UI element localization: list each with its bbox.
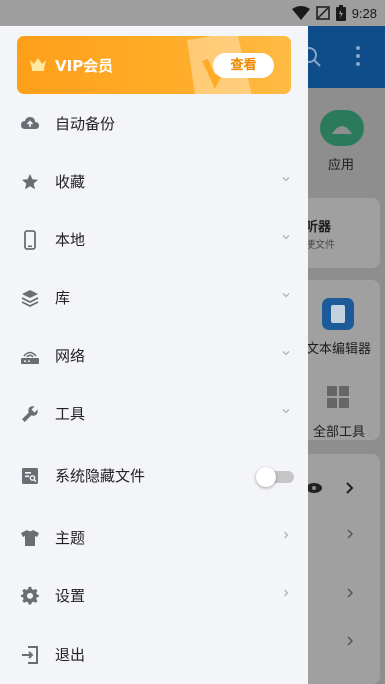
chevron-down-icon <box>282 409 290 414</box>
drawer-item-auto-backup[interactable]: 自动备份 <box>0 100 308 148</box>
bg-all-tools: 全部工具 <box>313 425 366 440</box>
chevron-right-icon <box>284 531 289 539</box>
toggle-knob <box>256 467 276 487</box>
drawer-item-theme[interactable]: 主题 <box>0 514 308 562</box>
drawer-item-hidden-files[interactable]: 系统隐藏文件 <box>0 452 308 500</box>
chevron-right-icon <box>284 589 289 597</box>
chevron-down-icon <box>282 351 290 356</box>
gear-icon <box>20 586 39 605</box>
hidden-files-icon <box>22 468 38 484</box>
drawer-item-label: 退出 <box>55 646 86 664</box>
exit-icon <box>22 646 38 664</box>
status-time: 9:28 <box>351 5 377 21</box>
chevron-right-icon <box>347 529 353 539</box>
bg-card-title: 听器 <box>305 220 332 235</box>
android-icon <box>320 110 364 146</box>
no-sim-icon <box>315 6 330 20</box>
phone-icon <box>24 230 36 250</box>
grid-icon <box>327 386 349 408</box>
drawer-item-favorites[interactable]: 收藏 <box>0 158 308 206</box>
crown-icon <box>30 58 46 71</box>
cloud-backup-icon <box>21 117 39 129</box>
hidden-files-toggle[interactable] <box>256 467 294 487</box>
star-icon <box>22 174 38 190</box>
status-bar: 9:28 <box>0 0 385 26</box>
vip-label: VIP会员 <box>55 57 114 75</box>
wifi-icon <box>291 6 310 20</box>
chevron-right-icon <box>346 482 354 494</box>
status-icons: 9:28 <box>291 4 377 22</box>
drawer-item-label: 本地 <box>55 231 86 249</box>
vip-banner[interactable]: VIP会员 查看 <box>17 36 291 94</box>
bg-card-sub: 梗文件 <box>305 240 335 251</box>
vip-view-button[interactable]: 查看 <box>213 53 274 78</box>
drawer-item-label: 收藏 <box>55 173 86 191</box>
shirt-icon <box>21 530 39 546</box>
bg-tab-apps: 应用 <box>328 158 355 173</box>
chevron-right-icon <box>347 588 353 598</box>
battery-icon <box>335 5 346 21</box>
layers-icon <box>21 290 39 308</box>
eye-icon <box>306 483 322 493</box>
wrench-icon <box>22 406 38 422</box>
navigation-drawer: VIP会员 查看 自动备份 收藏 本地 库 网络 工具 系统隐藏文件 主题 设置… <box>0 26 308 684</box>
drawer-item-library[interactable]: 库 <box>0 274 308 322</box>
drawer-item-local[interactable]: 本地 <box>0 216 308 264</box>
drawer-item-label: 设置 <box>55 587 86 605</box>
drawer-item-label: 主题 <box>55 529 86 547</box>
drawer-item-settings[interactable]: 设置 <box>0 572 308 620</box>
bg-text-editor: 文本编辑器 <box>306 342 372 357</box>
drawer-item-label: 系统隐藏文件 <box>55 467 146 485</box>
drawer-item-label: 工具 <box>55 405 86 423</box>
drawer-item-exit[interactable]: 退出 <box>0 631 308 679</box>
drawer-item-label: 库 <box>55 289 71 307</box>
drawer-item-tools[interactable]: 工具 <box>0 390 308 438</box>
drawer-item-network[interactable]: 网络 <box>0 332 308 380</box>
chevron-right-icon <box>347 636 353 646</box>
drawer-item-label: 自动备份 <box>55 115 116 133</box>
more-vert-icon <box>356 46 360 66</box>
document-edit-icon <box>322 298 354 330</box>
chevron-down-icon <box>282 293 290 298</box>
network-icon <box>21 351 39 364</box>
chevron-down-icon <box>282 177 290 182</box>
drawer-item-label: 网络 <box>55 347 86 365</box>
chevron-down-icon <box>282 235 290 240</box>
